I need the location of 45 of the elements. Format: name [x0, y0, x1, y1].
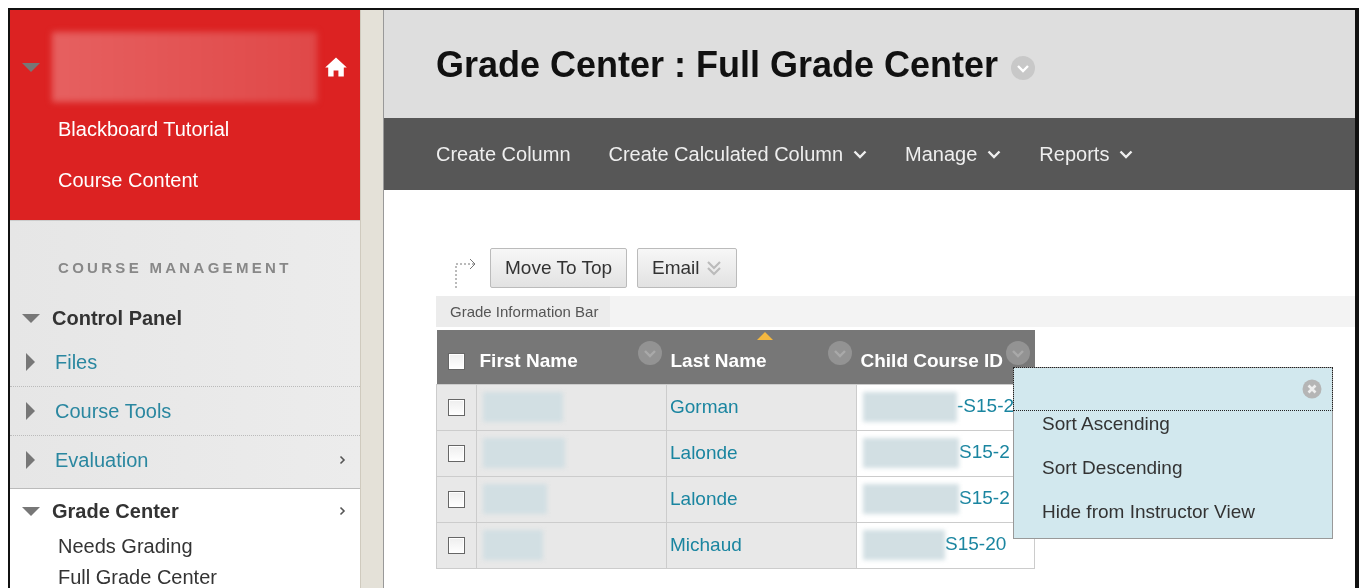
menu-item[interactable]: Sort Descending [1042, 458, 1183, 478]
expand-triangle-icon[interactable] [26, 402, 35, 420]
last-name-link[interactable]: Lalonde [670, 488, 738, 509]
row-checkbox[interactable] [448, 537, 465, 555]
toolbar-menu-button[interactable]: Create Column [436, 136, 571, 172]
menu-link[interactable]: Files [55, 350, 98, 374]
home-icon[interactable] [324, 56, 348, 78]
chevron-right-icon[interactable] [339, 455, 346, 465]
course-id-link[interactable]: S15-2 [959, 487, 1010, 508]
last-name-link[interactable]: Gorman [670, 396, 739, 417]
section-heading: COURSE MANAGEMENT [58, 259, 292, 276]
menu-item[interactable]: Hide from Instructor View [1042, 502, 1255, 522]
row-checkbox[interactable] [448, 445, 465, 463]
menu-link[interactable]: Full Grade Center [58, 566, 217, 588]
select-all-checkbox[interactable] [448, 353, 465, 371]
expand-triangle-icon[interactable] [22, 313, 40, 323]
column-menu-icon[interactable] [1004, 340, 1031, 366]
course-id-link[interactable]: S15-2 [959, 441, 1010, 462]
course-menu-link[interactable]: Course Content [58, 169, 199, 192]
course-id-link[interactable]: S15-20 [945, 533, 1007, 554]
toolbar-menu-button[interactable]: Manage [905, 136, 1002, 172]
action-button[interactable]: Move To Top [490, 248, 628, 288]
action-button[interactable]: Email [637, 248, 737, 288]
info-bar-label: Grade Information Bar [436, 296, 611, 327]
column-menu-icon[interactable] [636, 340, 663, 366]
expand-triangle-icon[interactable] [26, 353, 35, 371]
menu-link[interactable]: Course Tools [55, 399, 172, 423]
chevron-right-icon[interactable] [339, 506, 346, 516]
column-menu-icon[interactable] [826, 340, 853, 366]
toolbar-menu-button[interactable]: Create Calculated Column [608, 136, 868, 172]
panel-heading[interactable]: Control Panel [52, 306, 182, 330]
expand-triangle-icon[interactable] [26, 451, 35, 469]
last-name-link[interactable]: Lalonde [670, 442, 738, 463]
course-id-link[interactable]: -S15-2 [957, 395, 1015, 416]
row-checkbox[interactable] [448, 399, 465, 417]
menu-link[interactable]: Needs Grading [58, 535, 193, 558]
row-checkbox[interactable] [448, 491, 465, 509]
expand-triangle-icon[interactable] [22, 506, 40, 516]
last-name-link[interactable]: Michaud [670, 534, 742, 555]
panel-heading[interactable]: Grade Center [52, 499, 179, 523]
page-title: Grade Center : Full Grade Center [436, 44, 999, 86]
course-menu-link[interactable]: Blackboard Tutorial [58, 118, 230, 141]
menu-item[interactable]: Sort Ascending [1042, 414, 1170, 434]
toolbar-menu-button[interactable]: Reports [1039, 136, 1134, 172]
menu-link[interactable]: Evaluation [55, 448, 149, 472]
